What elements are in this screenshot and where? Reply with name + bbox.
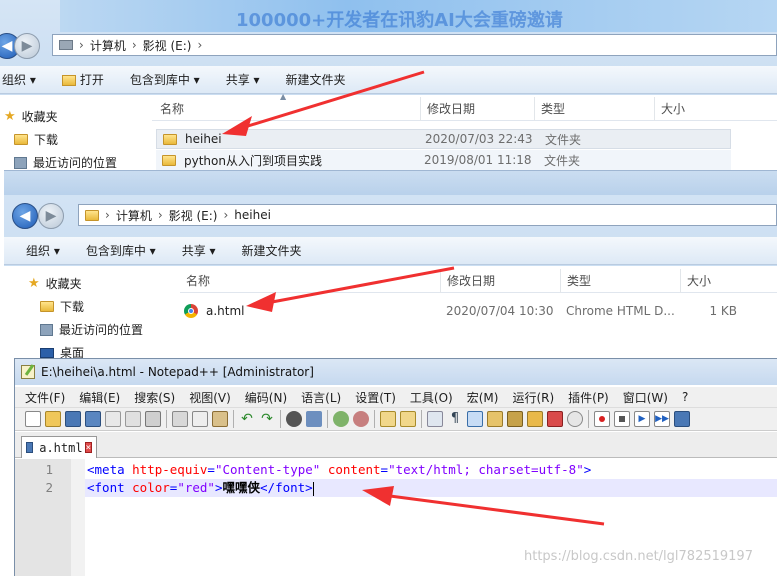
annotation-arrows (222, 70, 605, 526)
arrow-to-code (362, 486, 605, 526)
arrow-to-heihei (222, 70, 425, 136)
arrow-to-a-html (246, 266, 455, 312)
